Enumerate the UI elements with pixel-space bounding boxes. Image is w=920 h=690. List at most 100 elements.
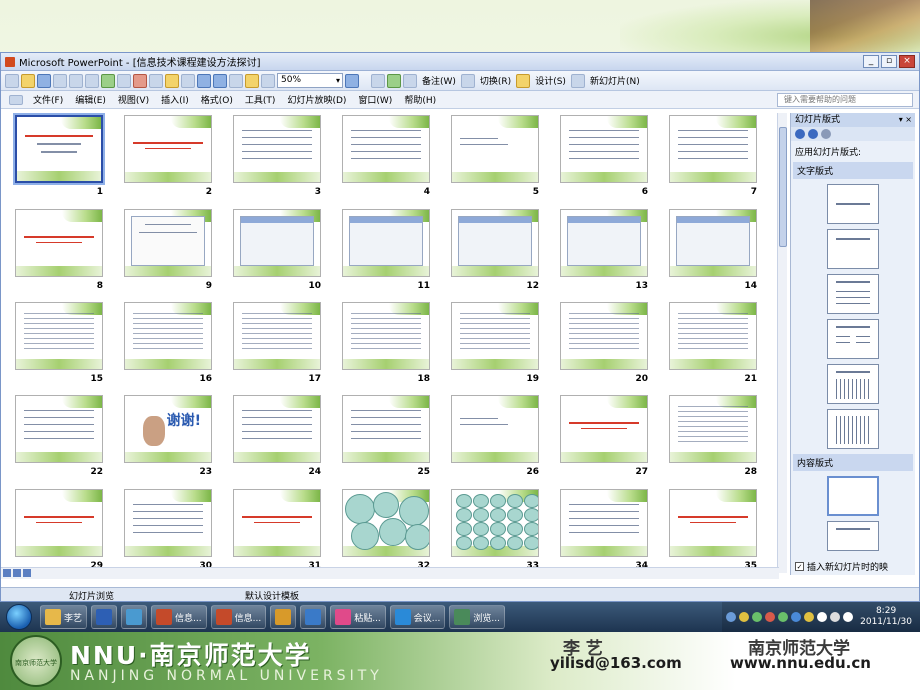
slide-thumbnail[interactable] bbox=[669, 395, 757, 463]
slide-thumbnail[interactable] bbox=[233, 489, 321, 557]
save-icon[interactable] bbox=[37, 73, 51, 88]
menu-window[interactable]: 窗口(W) bbox=[352, 93, 398, 106]
taskbar-button[interactable] bbox=[121, 605, 148, 629]
taskbar-button[interactable] bbox=[270, 605, 297, 629]
slide-thumbnail[interactable] bbox=[233, 302, 321, 370]
tray-icon[interactable] bbox=[739, 612, 750, 622]
slide-thumbnail[interactable] bbox=[15, 489, 103, 557]
layout-title-only[interactable] bbox=[827, 184, 879, 224]
slide-thumbnail[interactable] bbox=[15, 302, 103, 370]
taskbar-button[interactable] bbox=[300, 605, 327, 629]
home-icon[interactable] bbox=[821, 129, 831, 139]
close-button[interactable]: × bbox=[899, 55, 915, 68]
format-painter-icon[interactable] bbox=[181, 73, 195, 88]
sorter-view-icon[interactable] bbox=[13, 569, 21, 577]
slide-thumbnail[interactable] bbox=[124, 489, 212, 557]
slide-thumbnail[interactable] bbox=[560, 115, 648, 183]
permission-icon[interactable] bbox=[53, 73, 67, 88]
notes-icon[interactable] bbox=[403, 73, 417, 88]
transition-icon[interactable] bbox=[460, 73, 475, 88]
open-folder-icon[interactable] bbox=[21, 73, 35, 88]
slide-thumbnail[interactable]: 谢谢! bbox=[124, 395, 212, 463]
transition-button[interactable]: 切换(R) bbox=[477, 74, 514, 87]
undo-icon[interactable] bbox=[197, 73, 211, 88]
vertical-scrollbar[interactable] bbox=[777, 113, 787, 573]
restore-button[interactable]: ▫ bbox=[881, 55, 897, 68]
layout-vertical-title[interactable] bbox=[827, 409, 879, 449]
menu-tools[interactable]: 工具(T) bbox=[239, 93, 282, 106]
menu-view[interactable]: 视图(V) bbox=[112, 93, 155, 106]
insert-new-slide-checkbox[interactable]: ✓ 插入新幻灯片时的映 bbox=[795, 560, 888, 573]
slide-thumbnail[interactable] bbox=[451, 209, 539, 277]
tray-icon[interactable] bbox=[778, 612, 789, 622]
slide-thumbnail[interactable] bbox=[560, 302, 648, 370]
taskbar-button[interactable]: 信息... bbox=[210, 605, 267, 629]
tray-icon[interactable] bbox=[817, 612, 828, 622]
redo-icon[interactable] bbox=[213, 73, 227, 88]
spelling-icon[interactable] bbox=[101, 73, 115, 88]
design-button[interactable]: 设计(S) bbox=[532, 74, 569, 87]
slide-thumbnail[interactable] bbox=[233, 209, 321, 277]
taskbar-button[interactable] bbox=[91, 605, 118, 629]
layout-blank[interactable] bbox=[827, 476, 879, 516]
checkbox-check-icon[interactable]: ✓ bbox=[795, 562, 804, 571]
menu-edit[interactable]: 编辑(E) bbox=[69, 93, 112, 106]
horizontal-scrollbar[interactable] bbox=[1, 567, 779, 579]
slide-thumbnail[interactable] bbox=[233, 395, 321, 463]
cut-icon[interactable] bbox=[133, 73, 147, 88]
tray-icon[interactable] bbox=[726, 612, 737, 622]
slide-thumbnail[interactable] bbox=[451, 302, 539, 370]
slide-thumbnail[interactable] bbox=[560, 209, 648, 277]
research-icon[interactable] bbox=[117, 73, 131, 88]
tray-icon[interactable] bbox=[843, 612, 854, 622]
normal-view-icon[interactable] bbox=[3, 569, 11, 577]
new-icon[interactable] bbox=[5, 73, 19, 88]
start-button[interactable] bbox=[6, 604, 32, 630]
menu-file[interactable]: 文件(F) bbox=[27, 93, 69, 106]
slide-thumbnail[interactable] bbox=[669, 115, 757, 183]
slide-thumbnail[interactable] bbox=[342, 115, 430, 183]
slide-thumbnail[interactable] bbox=[124, 115, 212, 183]
taskbar-button[interactable]: 会议... bbox=[389, 605, 446, 629]
slide-thumbnail[interactable] bbox=[342, 489, 430, 557]
layout-two-column[interactable] bbox=[827, 319, 879, 359]
new-slide-icon[interactable] bbox=[570, 73, 585, 88]
design-icon[interactable] bbox=[516, 73, 531, 88]
tray-icon[interactable] bbox=[765, 612, 776, 622]
layout-title-text[interactable] bbox=[827, 274, 879, 314]
slide-thumbnail[interactable] bbox=[15, 209, 103, 277]
insert-table-icon[interactable] bbox=[245, 73, 259, 88]
clock[interactable]: 8:29 2011/11/30 bbox=[856, 606, 916, 628]
slide-thumbnail[interactable] bbox=[342, 395, 430, 463]
slide-thumbnail[interactable] bbox=[669, 209, 757, 277]
help-search-input[interactable]: 键入需要帮助的问题 bbox=[777, 92, 913, 107]
menu-insert[interactable]: 插入(I) bbox=[155, 93, 195, 106]
slide-thumbnail[interactable] bbox=[342, 302, 430, 370]
slide-thumbnail[interactable] bbox=[560, 489, 648, 557]
slide-thumbnail[interactable] bbox=[451, 115, 539, 183]
insert-chart-icon[interactable] bbox=[229, 73, 243, 88]
slide-thumbnail[interactable] bbox=[451, 395, 539, 463]
menu-format[interactable]: 格式(O) bbox=[195, 93, 239, 106]
print-preview-icon[interactable] bbox=[85, 73, 99, 88]
tray-icon[interactable] bbox=[830, 612, 841, 622]
tray-icon[interactable] bbox=[752, 612, 763, 622]
taskbar-button[interactable]: 浏览... bbox=[449, 605, 505, 629]
menu-help[interactable]: 帮助(H) bbox=[398, 93, 442, 106]
slide-thumbnail[interactable] bbox=[15, 395, 103, 463]
layout-vertical-text[interactable] bbox=[827, 364, 879, 404]
back-icon[interactable] bbox=[795, 129, 805, 139]
slide-thumbnail[interactable] bbox=[124, 209, 212, 277]
layout-content[interactable] bbox=[827, 521, 879, 551]
scroll-thumb[interactable] bbox=[779, 127, 787, 247]
minimize-button[interactable]: _ bbox=[863, 55, 879, 68]
help-icon[interactable] bbox=[345, 73, 359, 88]
taskbar-button[interactable]: 粘贴... bbox=[330, 605, 386, 629]
zoom-select[interactable]: 50% bbox=[277, 73, 343, 88]
slide-thumbnail[interactable] bbox=[342, 209, 430, 277]
forward-icon[interactable] bbox=[808, 129, 818, 139]
paste-icon[interactable] bbox=[165, 73, 179, 88]
slide-thumbnail[interactable] bbox=[13, 113, 105, 185]
slide-thumbnail[interactable] bbox=[560, 395, 648, 463]
expand-icon[interactable] bbox=[371, 73, 385, 88]
